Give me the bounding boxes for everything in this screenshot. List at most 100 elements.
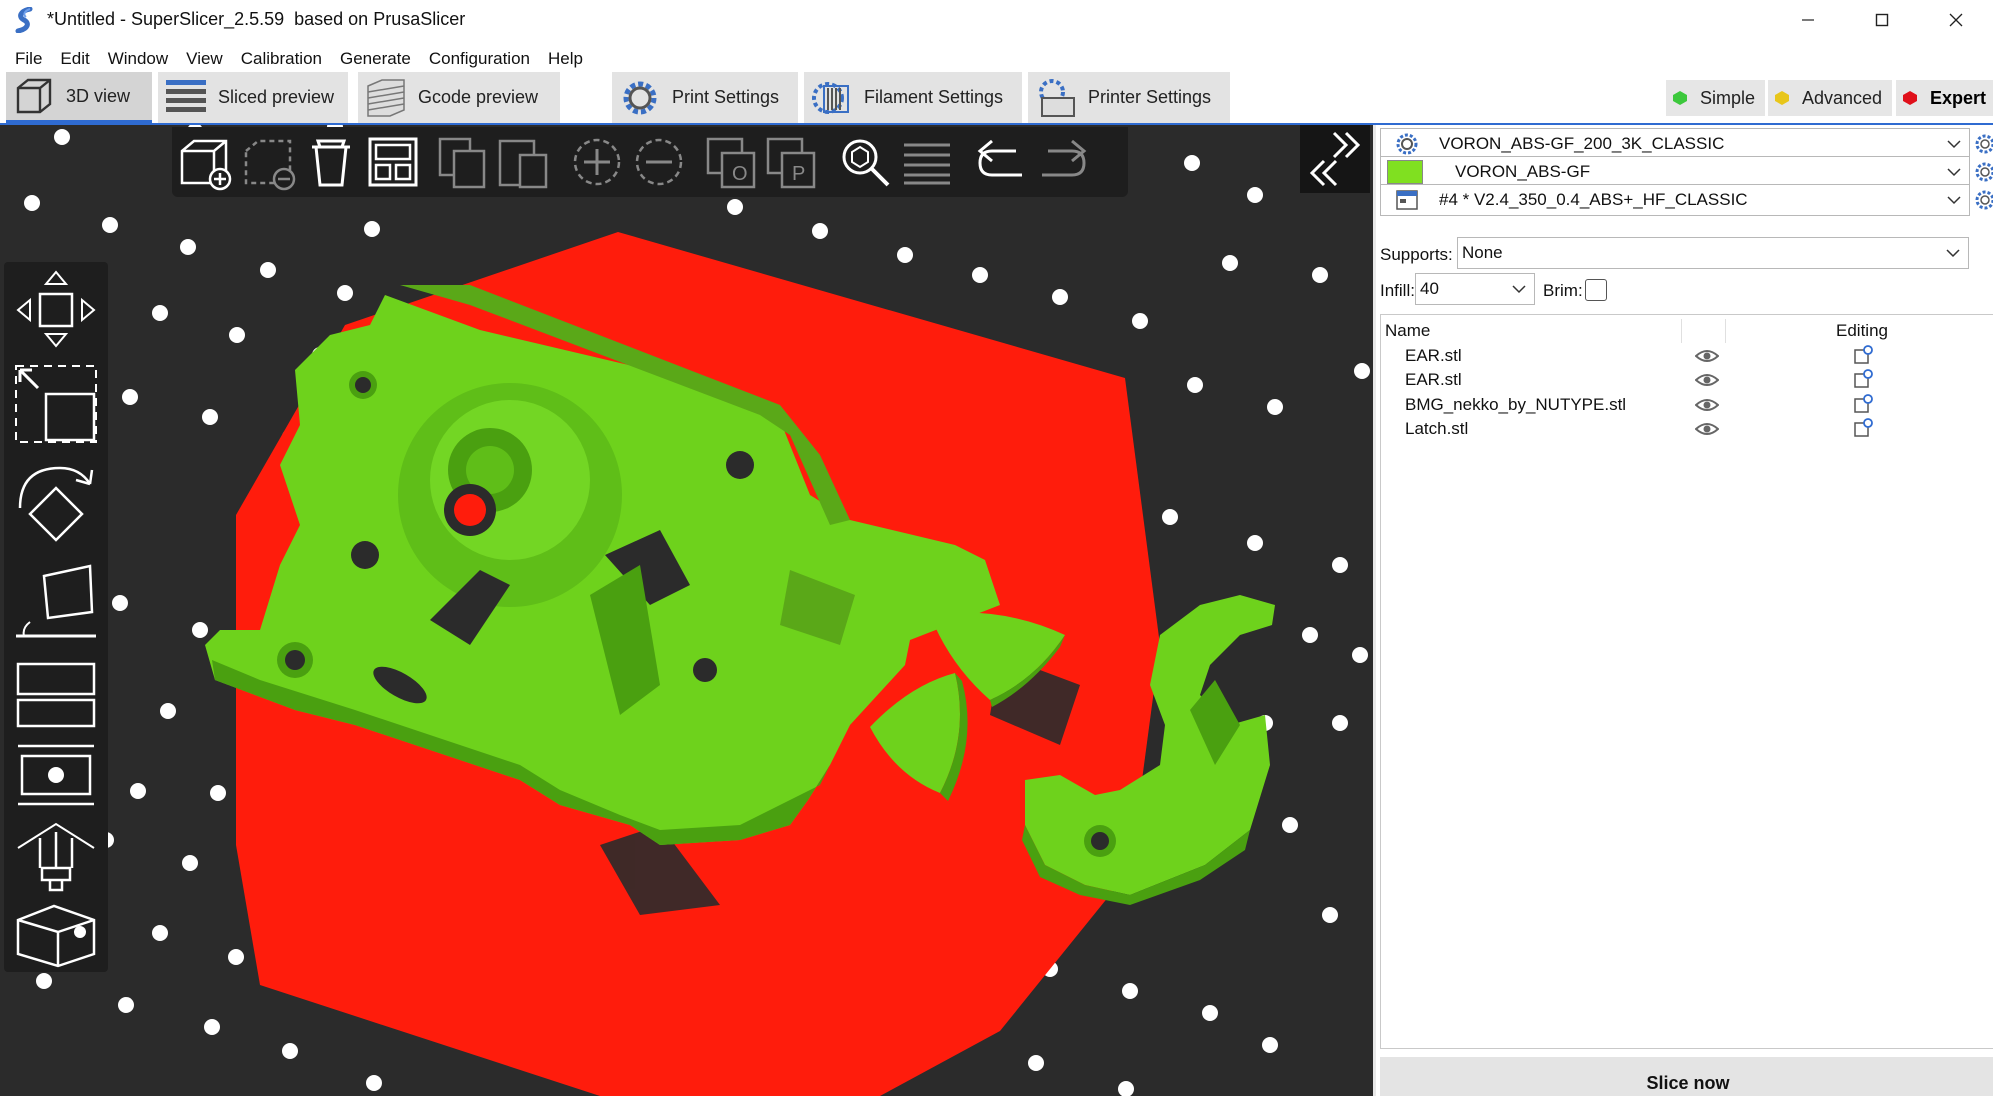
menu-calibration[interactable]: Calibration bbox=[232, 49, 331, 69]
mode-advanced-button[interactable]: Advanced bbox=[1768, 80, 1893, 116]
collapse-sidebar-button[interactable] bbox=[1300, 125, 1370, 193]
delete-icon[interactable] bbox=[240, 133, 298, 191]
infill-value: 40 bbox=[1420, 279, 1439, 298]
superslicer-logo-icon bbox=[15, 6, 33, 33]
left-toolbar bbox=[4, 262, 108, 972]
eye-icon[interactable] bbox=[1695, 421, 1719, 437]
place-on-face-icon[interactable] bbox=[10, 556, 102, 642]
scale-icon[interactable] bbox=[10, 360, 102, 448]
chevron-down-icon bbox=[1946, 249, 1960, 258]
menu-generate[interactable]: Generate bbox=[331, 49, 420, 69]
menu-edit[interactable]: Edit bbox=[51, 49, 98, 69]
search-icon[interactable] bbox=[836, 133, 894, 191]
advanced-mode-icon bbox=[1775, 91, 1789, 105]
arrange-icon[interactable] bbox=[364, 133, 422, 191]
chevron-down-icon bbox=[1512, 285, 1526, 294]
cut-icon[interactable] bbox=[10, 652, 102, 732]
menu-help[interactable]: Help bbox=[539, 49, 592, 69]
tab-bar: 3D view Sliced preview Gcode preview Pri… bbox=[0, 70, 1993, 125]
slice-now-button[interactable]: Slice now bbox=[1380, 1057, 1993, 1096]
supports-select[interactable]: None bbox=[1457, 237, 1969, 269]
printer-preset-combo[interactable]: #4 * V2.4_350_0.4_ABS+_HF_CLASSIC bbox=[1380, 184, 1970, 216]
chevron-down-icon bbox=[1947, 196, 1961, 205]
paint-supports-icon[interactable] bbox=[10, 818, 102, 894]
printer-icon bbox=[1396, 190, 1418, 210]
edit-settings-icon[interactable] bbox=[1852, 417, 1874, 439]
mode-simple-button[interactable]: Simple bbox=[1666, 80, 1766, 116]
object-name: EAR.stl bbox=[1405, 370, 1462, 389]
maximize-button[interactable] bbox=[1845, 0, 1919, 39]
rotate-icon[interactable] bbox=[10, 458, 102, 546]
paste-icon[interactable] bbox=[494, 133, 552, 191]
add-icon[interactable] bbox=[176, 133, 234, 191]
print-preset-settings-icon[interactable] bbox=[1974, 133, 1993, 155]
column-separator bbox=[1681, 319, 1682, 343]
tab-label: Filament Settings bbox=[864, 87, 1004, 107]
filament-spool-icon bbox=[812, 81, 849, 114]
tab-label: Gcode preview bbox=[418, 87, 539, 107]
menu-view[interactable]: View bbox=[177, 49, 232, 69]
name-column-header[interactable]: Name bbox=[1385, 321, 1430, 341]
infill-select[interactable]: 40 bbox=[1415, 273, 1535, 305]
redo-icon[interactable] bbox=[1034, 133, 1092, 191]
split-objects-icon[interactable]: O bbox=[702, 133, 760, 191]
tab-sliced-preview[interactable]: Sliced preview bbox=[158, 72, 348, 123]
scene-canvas[interactable] bbox=[0, 125, 1373, 1096]
edit-settings-icon[interactable] bbox=[1852, 393, 1874, 415]
add-instance-icon[interactable] bbox=[568, 133, 626, 191]
menu-window[interactable]: Window bbox=[99, 49, 177, 69]
double-chevron-icon bbox=[1309, 131, 1361, 187]
window-controls bbox=[1771, 0, 1993, 39]
edit-settings-icon[interactable] bbox=[1852, 344, 1874, 366]
hollow-icon[interactable] bbox=[10, 740, 102, 810]
edit-settings-icon[interactable] bbox=[1852, 368, 1874, 390]
top-toolbar: O P bbox=[172, 127, 1128, 197]
eye-icon[interactable] bbox=[1695, 397, 1719, 413]
brim-checkbox[interactable] bbox=[1585, 279, 1607, 301]
minimize-icon bbox=[1802, 18, 1814, 21]
gear-icon bbox=[1396, 133, 1418, 155]
editing-column-header[interactable]: Editing bbox=[1836, 321, 1888, 341]
svg-text:O: O bbox=[732, 163, 748, 185]
printer-preset-settings-icon[interactable] bbox=[1974, 189, 1993, 211]
tab-filament-settings[interactable]: Filament Settings bbox=[804, 72, 1022, 123]
list-item[interactable]: Latch.stl bbox=[1381, 414, 1993, 445]
chevron-down-icon bbox=[1947, 140, 1961, 149]
remove-instance-icon[interactable] bbox=[630, 133, 688, 191]
split-parts-icon[interactable]: P bbox=[762, 133, 820, 191]
svg-text:P: P bbox=[792, 163, 805, 185]
tab-label: Print Settings bbox=[672, 87, 780, 107]
eye-icon[interactable] bbox=[1695, 372, 1719, 388]
tab-label: Printer Settings bbox=[1088, 87, 1212, 107]
layers-editing-icon[interactable] bbox=[898, 133, 956, 191]
column-separator bbox=[1725, 319, 1726, 343]
object-name: EAR.stl bbox=[1405, 346, 1462, 365]
undo-icon[interactable] bbox=[972, 133, 1030, 191]
copy-icon[interactable] bbox=[434, 133, 492, 191]
3d-viewport[interactable]: O P bbox=[0, 125, 1373, 1096]
tab-gcode-preview[interactable]: Gcode preview bbox=[358, 72, 560, 123]
filament-color-swatch[interactable] bbox=[1387, 160, 1423, 184]
close-button[interactable] bbox=[1919, 0, 1993, 39]
seam-icon[interactable] bbox=[10, 902, 102, 968]
menu-configuration[interactable]: Configuration bbox=[420, 49, 539, 69]
mode-expert-button[interactable]: Expert bbox=[1896, 80, 1993, 116]
close-icon bbox=[1949, 13, 1963, 26]
move-icon[interactable] bbox=[10, 268, 102, 350]
object-list: Name Editing EAR.stl EAR.stl BMG_nekko_b… bbox=[1380, 314, 1993, 1049]
tab-print-settings[interactable]: Print Settings bbox=[612, 72, 798, 123]
tab-3d-view[interactable]: 3D view bbox=[6, 72, 152, 123]
cube-icon bbox=[16, 78, 52, 114]
delete-all-icon[interactable] bbox=[302, 133, 360, 191]
sliced-layers-icon bbox=[166, 79, 206, 112]
printer-gear-icon bbox=[1039, 78, 1075, 117]
filament-preset-settings-icon[interactable] bbox=[1974, 161, 1993, 183]
tab-printer-settings[interactable]: Printer Settings bbox=[1028, 72, 1230, 123]
right-sidebar: VORON_ABS-GF_200_3K_CLASSIC VORON_ABS-GF… bbox=[1373, 125, 1993, 1096]
eye-icon[interactable] bbox=[1695, 348, 1719, 364]
minimize-button[interactable] bbox=[1771, 0, 1845, 39]
supports-value: None bbox=[1462, 243, 1503, 262]
menu-file[interactable]: File bbox=[6, 49, 51, 69]
gear-icon bbox=[623, 81, 657, 114]
filament-preset-value: VORON_ABS-GF bbox=[1455, 162, 1591, 181]
